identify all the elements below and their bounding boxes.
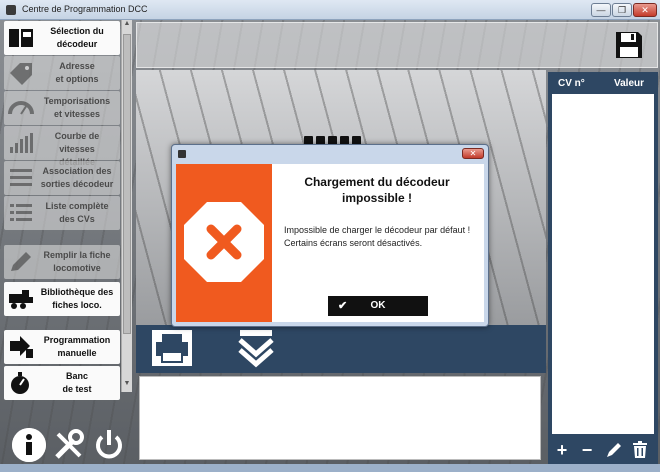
- bottom-toolbar: [136, 325, 546, 373]
- pencil-icon: [11, 252, 31, 271]
- dialog-message: Impossible de charger le décodeur par dé…: [284, 225, 471, 248]
- nav-decoder-selection[interactable]: Sélection du décodeur: [4, 21, 120, 55]
- ok-button[interactable]: ✔ OK: [328, 296, 428, 316]
- nav-label: Programmation manuelle: [43, 335, 111, 358]
- dialog-close-button[interactable]: ✕: [462, 148, 484, 159]
- dialog-app-icon: [178, 150, 186, 158]
- nav-timings-speeds: Temporisations et vitesses: [4, 91, 120, 125]
- outputs-icon: [10, 169, 32, 186]
- dialog-titlebar: ✕: [172, 145, 488, 162]
- decoder-icon: [9, 29, 33, 47]
- window-title: Centre de Programmation DCC: [22, 4, 148, 14]
- nav-label: Liste complète des CVs: [45, 201, 109, 224]
- minus-icon[interactable]: −: [577, 440, 597, 460]
- close-button[interactable]: ✕: [633, 3, 657, 17]
- power-icon[interactable]: [92, 428, 126, 462]
- maximize-button[interactable]: ❐: [612, 3, 632, 17]
- info-icon: [12, 428, 46, 462]
- cv-number-header: CV n°: [558, 78, 585, 89]
- nav-cv-list: Liste complète des CVs: [4, 196, 120, 230]
- nav-decoder-outputs: Association des sorties décodeur: [4, 161, 120, 195]
- nav-test-bench[interactable]: Banc de test: [4, 366, 120, 400]
- nav-manual-programming[interactable]: Programmation manuelle: [4, 330, 120, 364]
- trash-icon[interactable]: [630, 440, 650, 460]
- stopwatch-icon: [11, 372, 29, 394]
- cv-value-header: Valeur: [614, 78, 645, 89]
- save-icon[interactable]: [614, 30, 644, 60]
- log-text-area[interactable]: [139, 376, 541, 460]
- cv-list[interactable]: [552, 94, 654, 434]
- check-icon: ✔: [338, 300, 348, 312]
- manual-programming-icon: [10, 336, 33, 358]
- scrollbar-thumb[interactable]: [123, 34, 131, 334]
- nav-label: Banc de test: [62, 371, 92, 394]
- nav-address-options: Adresse et options: [4, 56, 120, 90]
- dialog-body: Chargement du décodeur impossible ! Impo…: [176, 164, 484, 322]
- pencil-icon[interactable]: [604, 440, 624, 460]
- nav-label: Remplir la fiche locomotive: [43, 250, 111, 273]
- window-titlebar: Centre de Programmation DCC — ❐ ✕: [0, 0, 660, 20]
- nav-speed-curve: Courbe de vitesses détaillée: [4, 126, 120, 167]
- error-icon: [184, 202, 264, 282]
- nav-fill-loco-sheet: Remplir la fiche locomotive: [4, 245, 120, 279]
- locomotive-icon: [9, 290, 33, 309]
- nav-label: Association des sorties décodeur: [40, 166, 114, 189]
- ok-label: OK: [370, 300, 386, 311]
- nav-label: Adresse et options: [55, 61, 99, 84]
- list-icon: [10, 204, 32, 221]
- app-icon: [6, 5, 16, 15]
- minimize-button[interactable]: —: [591, 3, 611, 17]
- nav-label: Bibliothèque des fiches loco.: [40, 287, 114, 310]
- error-dialog: ✕ Chargement du décodeur impossible ! Im…: [171, 144, 489, 327]
- info-button[interactable]: [12, 428, 46, 462]
- taskbar: [0, 464, 660, 472]
- dialog-title: Chargement du décodeur impossible !: [304, 175, 450, 205]
- header-panel: [136, 22, 658, 68]
- print-icon[interactable]: [152, 330, 192, 366]
- double-chevron-down-icon[interactable]: [236, 330, 276, 368]
- speed-curve-icon: [10, 133, 33, 153]
- nav-loco-library[interactable]: Bibliothèque des fiches loco.: [4, 282, 120, 316]
- sidebar-scrollbar[interactable]: ▲ ▼: [121, 20, 132, 392]
- dialog-error-banner: [176, 164, 272, 322]
- nav-label: Sélection du décodeur: [50, 26, 104, 49]
- nav-label: Temporisations et vitesses: [43, 96, 111, 119]
- tag-icon: [10, 63, 32, 85]
- add-icon[interactable]: +: [552, 440, 572, 460]
- speedometer-icon: [8, 101, 34, 115]
- tools-icon[interactable]: [52, 428, 86, 462]
